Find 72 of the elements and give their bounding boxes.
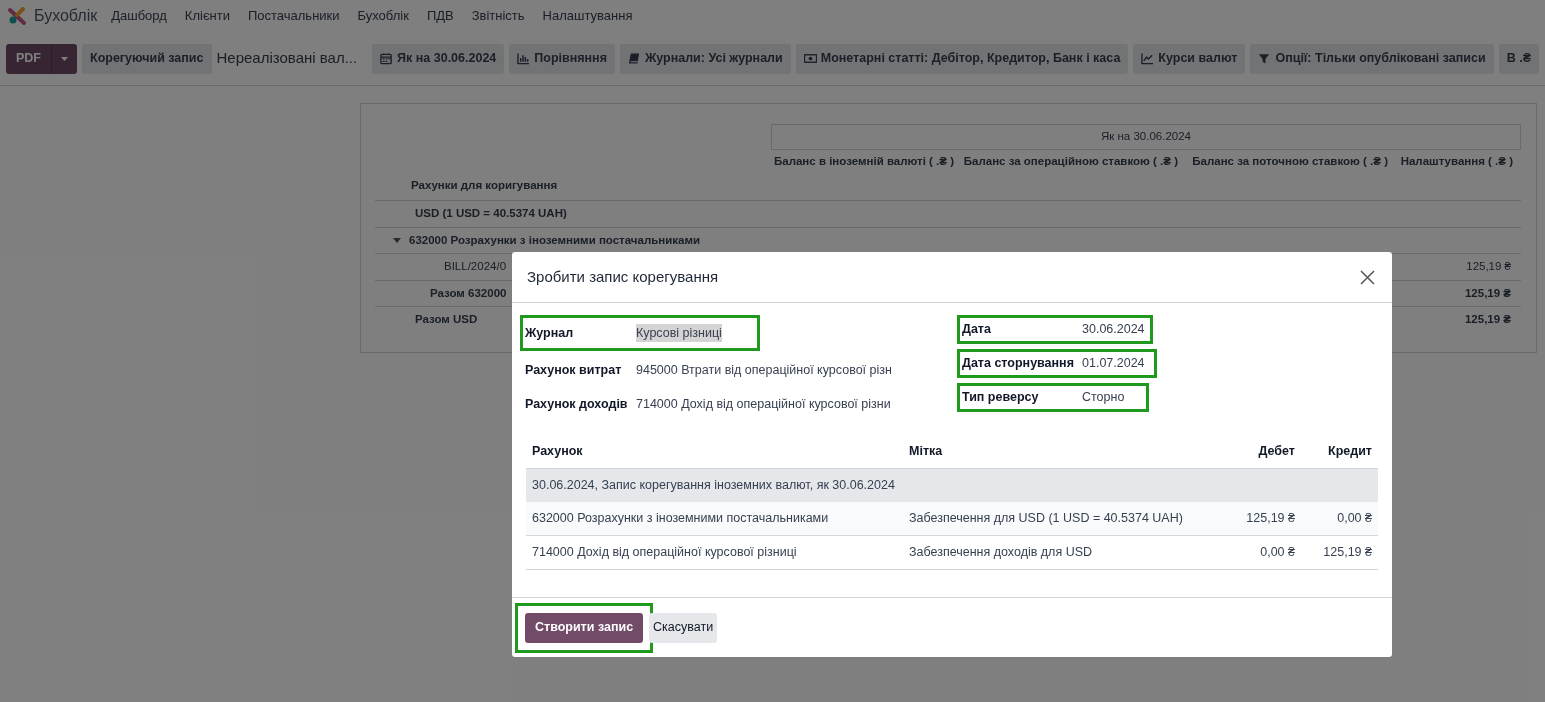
account-line: BILL/2024/0 bbox=[444, 259, 507, 275]
menu-item[interactable]: Постачальники bbox=[247, 6, 340, 26]
group-label: 30.06.2024, Запис корегування іноземних валют, як 30.06.2024 bbox=[532, 477, 895, 495]
table-cell-text: 0,00 ₴ bbox=[1259, 544, 1296, 562]
field-value[interactable]: 01.07.2024 bbox=[1082, 354, 1145, 373]
banknote-icon bbox=[803, 52, 817, 65]
dropdown-button[interactable] bbox=[51, 43, 77, 74]
amount: 125,19 ₴ bbox=[1466, 259, 1511, 275]
dialog-title: Зробити запис корегування bbox=[527, 266, 719, 287]
filter-button[interactable]: Опції: Тільки опубліковані записи bbox=[1250, 43, 1494, 74]
filter-button[interactable]: В .₴ bbox=[1498, 43, 1539, 74]
adjustment-entry-button[interactable]: Корегуючий запис bbox=[82, 43, 212, 74]
table-cell-text: 0,00 ₴ bbox=[1336, 510, 1373, 528]
period-header: Як на 30.06.2024 bbox=[771, 124, 1521, 150]
report-title: Нереалізовані вал... bbox=[216, 48, 359, 69]
filter-button[interactable]: Монетарні статті: Дебітор, Кредитор, Банк і каса bbox=[795, 43, 1129, 74]
menu-item[interactable]: Клієнти bbox=[184, 6, 230, 26]
cancel-button[interactable]: Скасувати bbox=[649, 612, 718, 643]
column-header: Рахунки для коригування bbox=[411, 177, 558, 193]
column-header: Баланс в іноземній валюті ( .₴ ) bbox=[774, 155, 954, 167]
row-label[interactable]: 632000 Розрахунки з іноземними постачальниками bbox=[409, 231, 701, 249]
filter-button[interactable]: Порівняння bbox=[509, 43, 615, 74]
field-value[interactable]: 945000 Втрати від операційної курсової різн bbox=[636, 361, 892, 380]
column-header: Кредит bbox=[1327, 443, 1373, 461]
menu-item[interactable]: Налаштування bbox=[542, 6, 633, 26]
menu-item[interactable]: Бухоблік bbox=[357, 6, 409, 26]
table-cell-text: 125,19 ₴ bbox=[1245, 510, 1296, 528]
filter-icon bbox=[1258, 52, 1272, 65]
create-entry-button[interactable]: Створити запис bbox=[525, 612, 644, 643]
close-icon bbox=[1359, 269, 1375, 285]
column-header: Рахунок bbox=[531, 443, 584, 461]
field-value[interactable]: Сторно bbox=[1082, 388, 1125, 407]
line-chart-icon bbox=[1141, 52, 1155, 65]
caret-icon[interactable] bbox=[393, 237, 401, 243]
column-header: Мітка bbox=[908, 443, 944, 461]
column-header: Баланс за поточною ставкою ( .₴ ) bbox=[1192, 155, 1388, 167]
table-cell-text: 125,19 ₴ bbox=[1322, 544, 1373, 562]
table-cell-text: 714000 Дохід від операційної курсової різниці bbox=[531, 544, 798, 562]
field-label: Дата bbox=[962, 321, 992, 339]
book-icon bbox=[627, 52, 641, 65]
menu-item[interactable]: Звітність bbox=[471, 6, 525, 26]
caret-icon bbox=[61, 56, 68, 61]
field-label: Дата сторнування bbox=[962, 355, 1075, 373]
row-label: Разом 632000 bbox=[430, 285, 507, 301]
table-cell-text: 632000 Розрахунки з іноземними постачальниками bbox=[531, 510, 830, 528]
field-value[interactable]: 714000 Дохід від операційної курсової різни bbox=[636, 395, 891, 414]
filter-button[interactable]: Як на 30.06.2024 bbox=[372, 43, 505, 74]
column-header: Баланс за операційною ставкою ( .₴ ) bbox=[963, 155, 1178, 167]
field-label: Тип реверсу bbox=[962, 389, 1040, 407]
menu-item[interactable]: Дашборд bbox=[111, 6, 167, 26]
pdf-button[interactable]: PDF bbox=[6, 43, 51, 74]
column-header: Налаштування ( .₴ ) bbox=[1400, 155, 1513, 167]
menu-item[interactable]: ПДВ bbox=[426, 6, 454, 26]
filter-button[interactable]: Журнали: Усі журнали bbox=[619, 43, 791, 74]
table-cell-text: Забезпечення для USD (1 USD = 40.5374 UAH) bbox=[908, 510, 1184, 528]
app-name[interactable]: Бухоблік bbox=[34, 4, 98, 28]
calendar-icon bbox=[380, 52, 394, 65]
close-button[interactable] bbox=[1357, 267, 1377, 287]
row-label: Разом USD bbox=[415, 312, 478, 328]
field-label: Рахунок витрат bbox=[525, 362, 623, 380]
table-cell-text: Забезпечення доходів для USD bbox=[908, 544, 1094, 562]
field-label: Рахунок доходів bbox=[525, 396, 629, 414]
filter-button[interactable]: Курси валют bbox=[1133, 43, 1246, 74]
column-header: Дебет bbox=[1257, 443, 1296, 461]
field-value[interactable]: Курсові різниці bbox=[636, 323, 722, 343]
field-label: Журнал bbox=[525, 324, 575, 342]
amount: 125,19 ₴ bbox=[1464, 285, 1511, 301]
app-logo-icon[interactable] bbox=[8, 7, 26, 25]
bar-chart-icon bbox=[517, 52, 531, 65]
amount: 125,19 ₴ bbox=[1464, 312, 1511, 328]
field-value[interactable]: 30.06.2024 bbox=[1082, 320, 1145, 339]
row-label: USD (1 USD = 40.5374 UAH) bbox=[415, 206, 567, 222]
